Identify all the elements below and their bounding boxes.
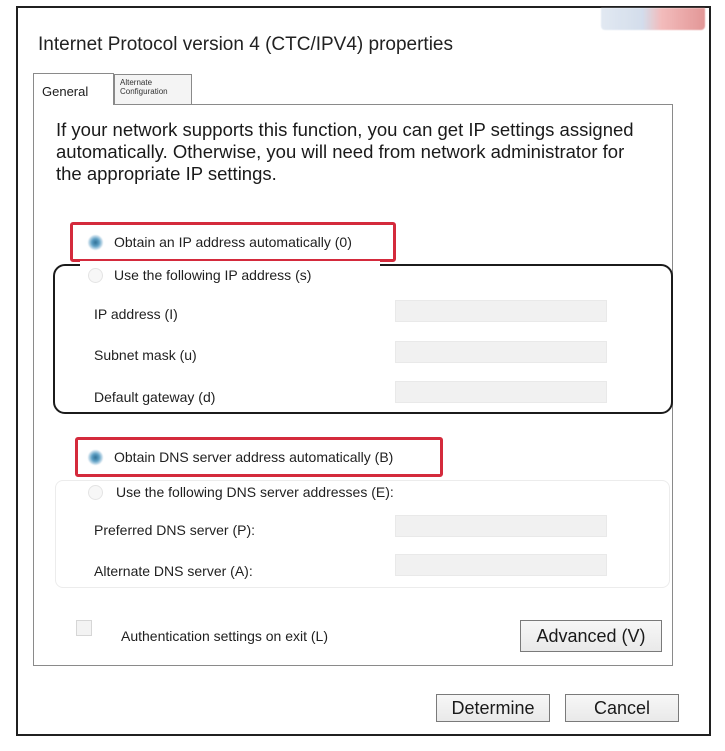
- tab-general-label: General: [42, 84, 89, 99]
- subnet-mask-field[interactable]: [395, 341, 607, 363]
- cancel-button[interactable]: Cancel: [565, 694, 679, 722]
- intro-text: If your network supports this function, …: [56, 119, 634, 184]
- ip-manual-label: Use the following IP address (s): [114, 267, 312, 283]
- window-title: Internet Protocol version 4 (CTC/IPV4) p…: [38, 34, 454, 55]
- default-gateway-field[interactable]: [395, 381, 607, 403]
- preferred-dns-field[interactable]: [395, 515, 607, 537]
- tab-alternate-label: Alternate Configuration: [120, 78, 168, 96]
- dns-auto-radio[interactable]: [88, 450, 103, 465]
- window-controls-icon[interactable]: [601, 8, 705, 30]
- ip-manual-radio[interactable]: [88, 268, 103, 283]
- tab-alternate-configuration[interactable]: Alternate Configuration: [114, 74, 192, 104]
- ip-auto-radio[interactable]: [88, 235, 103, 250]
- ip-address-field[interactable]: [395, 300, 607, 322]
- default-gateway-label: Default gateway (d): [94, 389, 216, 405]
- alternate-dns-label: Alternate DNS server (A):: [94, 563, 253, 579]
- preferred-dns-label: Preferred DNS server (P):: [94, 522, 256, 538]
- title-bar: Internet Protocol version 4 (CTC/IPV4) p…: [18, 8, 709, 74]
- tab-general[interactable]: General: [33, 73, 114, 105]
- dns-auto-label: Obtain DNS server address automatically …: [114, 449, 394, 465]
- advanced-button[interactable]: Advanced (V): [520, 620, 662, 652]
- ip-auto-label: Obtain an IP address automatically (0): [114, 234, 352, 250]
- determine-button[interactable]: Determine: [436, 694, 550, 722]
- dns-manual-label: Use the following DNS server addresses (…: [116, 484, 394, 500]
- ip-address-label: IP address (I): [94, 306, 178, 322]
- auth-settings-checkbox[interactable]: [76, 620, 92, 636]
- dns-manual-radio[interactable]: [88, 485, 103, 500]
- subnet-mask-label: Subnet mask (u): [94, 347, 197, 363]
- alternate-dns-field[interactable]: [395, 554, 607, 576]
- auth-settings-label: Authentication settings on exit (L): [121, 628, 329, 644]
